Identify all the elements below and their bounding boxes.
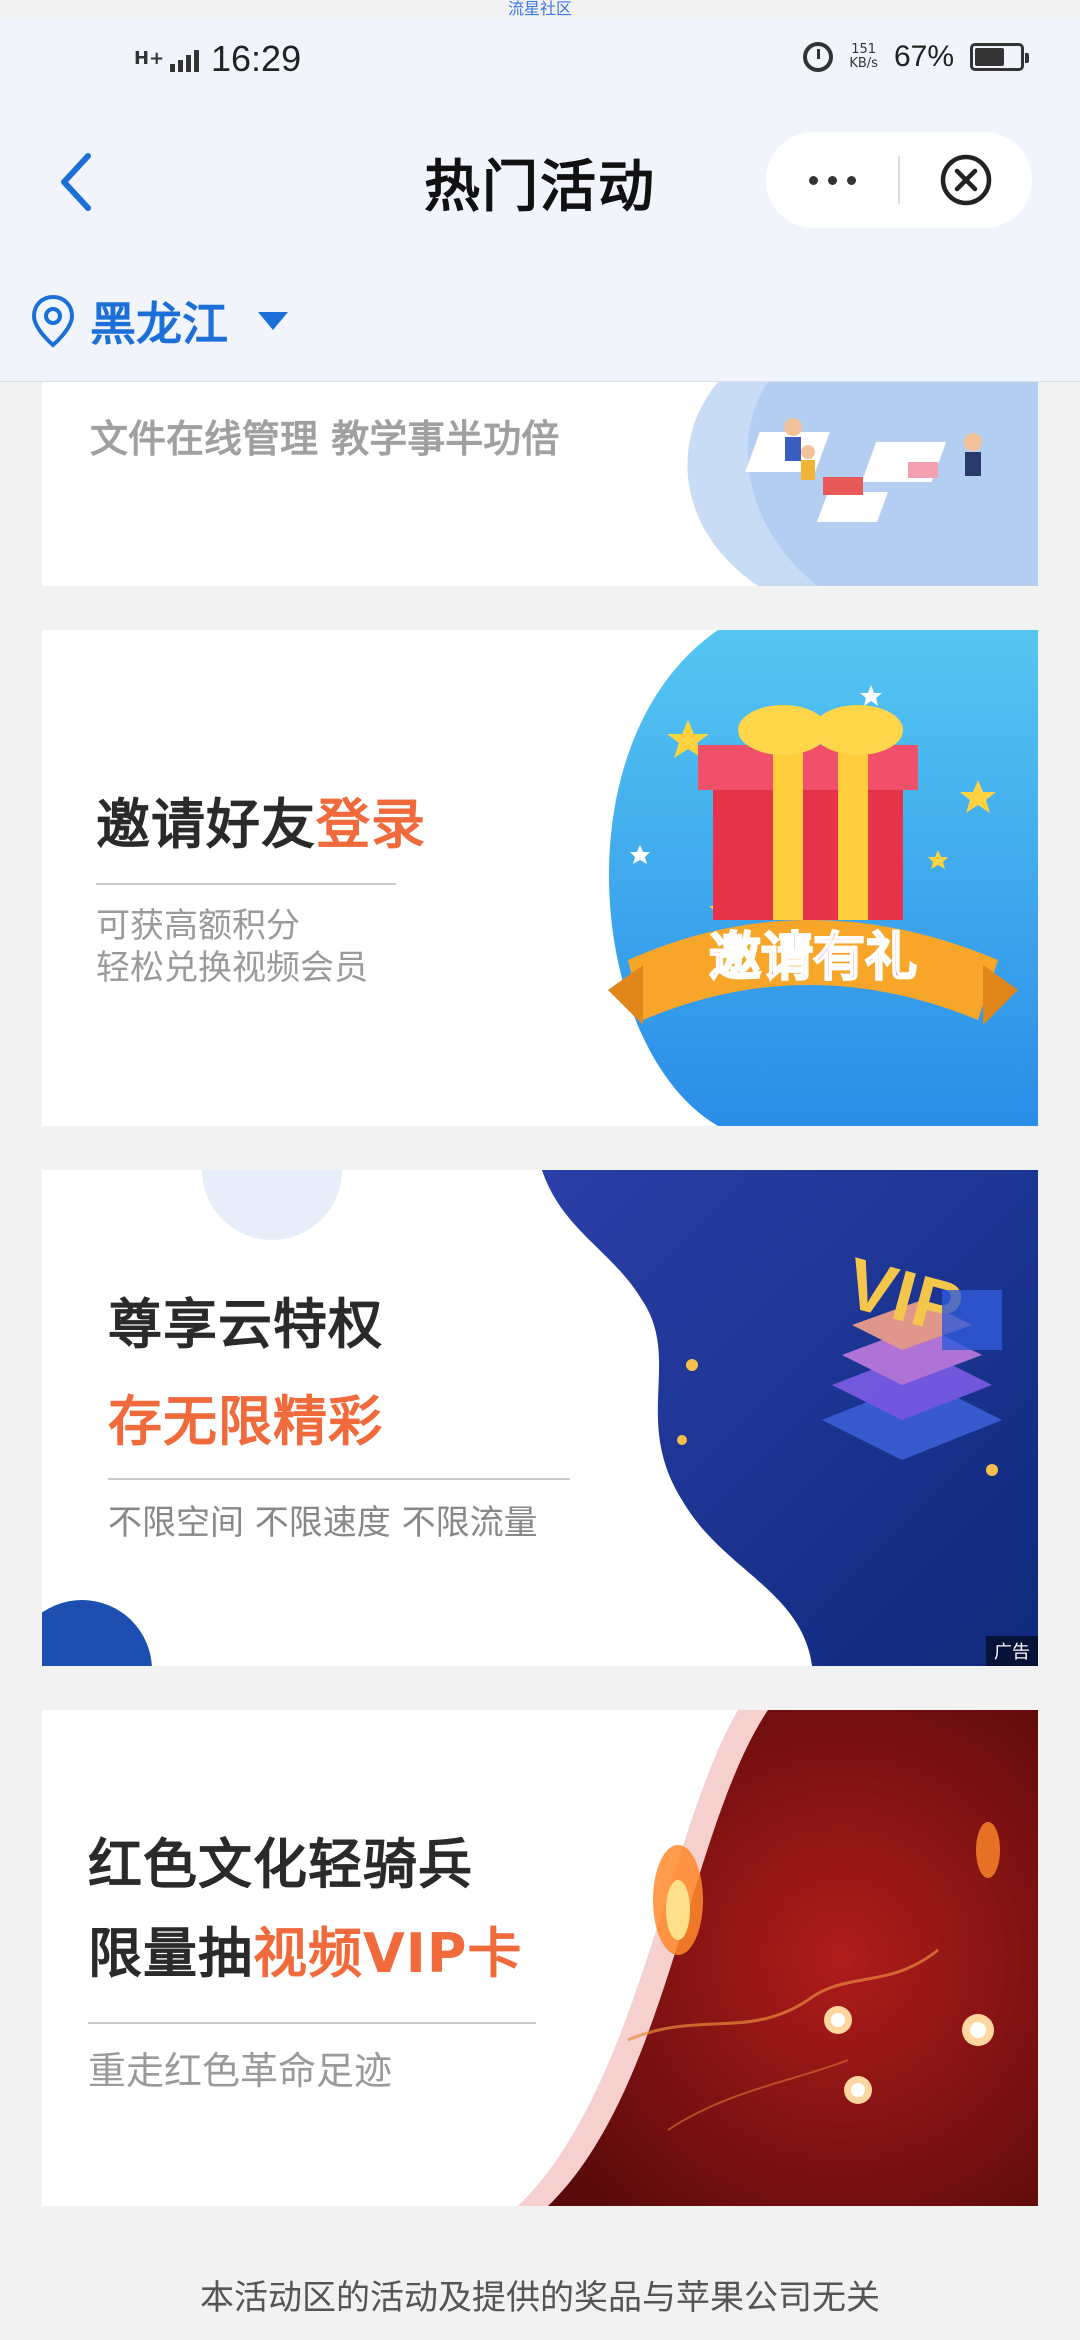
banner-title-accent: 登录 [316,793,426,856]
more-dot [846,175,856,185]
battery-fill [975,48,1005,66]
office-illustration [687,382,1038,586]
banner-divider [96,883,396,885]
more-dots-icon [808,175,818,185]
watermark-text: 流星社区 [507,0,572,18]
banner-sub: 重走红色革命足迹 [88,2049,393,2093]
nav-bar: 热门活动 [0,102,1080,260]
status-right: 151 KB/s 67% [803,40,1029,74]
banner-title: 邀请好友登录 [96,780,426,859]
speed-unit: KB/s [849,56,878,71]
banner-subtitle: 文件在线管理 教学事半功倍 [90,417,560,461]
banner-sub: 不限空间 不限速度 不限流量 [108,1503,538,1543]
signal-icon [170,46,199,72]
alarm-icon [803,42,834,72]
more-dot [827,175,837,185]
gift-illustration: 邀请有礼 [608,630,1038,1126]
location-city: 黑龙江 [90,296,228,351]
disclaimer-text: 本活动区的活动及提供的奖品与苹果公司无关 [200,2278,880,2318]
status-bar: H+ 16:29 151 KB/s 67% [0,18,1080,102]
banner-sub2: 轻松兑换视频会员 [96,948,368,988]
banner-divider [108,1478,570,1480]
banner-file-management[interactable]: 文件在线管理 教学事半功倍 [42,382,1038,586]
ad-badge: 广告 [986,1636,1038,1666]
banner-invite-friends[interactable]: 邀请好友登录 可获高额积分 轻松兑换视频会员 邀请有礼 [42,630,1038,1126]
battery-icon [970,43,1029,71]
status-time: 16:29 [211,38,302,79]
banner-cloud-vip[interactable]: VIP 尊享云特权 存无限精彩 不限空间 不限速度 不限流量 广告 [42,1170,1038,1666]
banner-line2: 限量抽视频VIP卡 [88,1909,536,1988]
banner-divider [88,2022,536,2024]
speed-value: 151 [851,42,877,57]
banner-title: 尊享云特权 [108,1293,383,1356]
close-button[interactable] [900,132,1032,228]
banner-sub1: 可获高额积分 [96,906,300,946]
banner-line1: 红色文化轻骑兵 [88,1833,473,1896]
status-left: H+ 16:29 [134,38,301,80]
close-circle-icon [940,154,992,206]
banner-line2-main: 限量抽 [88,1922,253,1985]
banner-accent: 存无限精彩 [108,1390,383,1453]
location-pin-icon [31,294,75,348]
miniapp-capsule [766,132,1032,228]
caret-down-icon [258,311,288,330]
banner-line2-accent: 视频VIP卡 [253,1922,523,1985]
banner-red-culture[interactable]: 红色文化轻骑兵 限量抽视频VIP卡 重走红色革命足迹 [42,1710,1038,2206]
network-type: H+ [134,48,165,69]
gift-badge-text: 邀请有礼 [709,929,917,987]
banner-title-main: 邀请好友 [96,793,316,856]
more-button[interactable] [766,132,898,228]
location-selector[interactable]: 黑龙江 [0,260,1080,382]
red-map-illustration [518,1710,1038,2206]
battery-percent: 67% [893,40,954,73]
network-speed: 151 KB/s [849,43,878,71]
